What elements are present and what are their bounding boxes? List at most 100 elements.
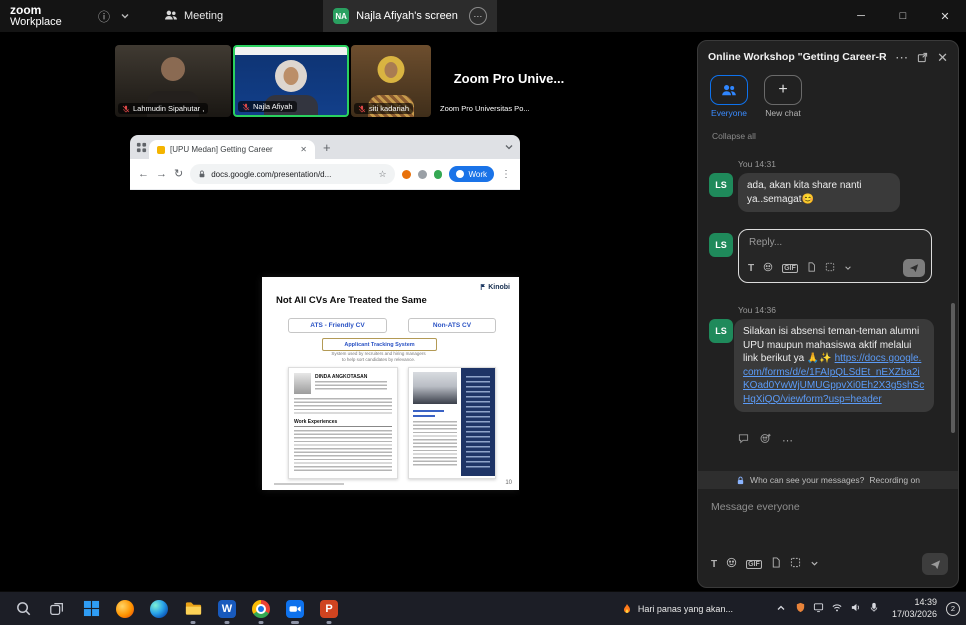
new-tab-button[interactable]: + [323,141,331,154]
show-hidden-icons[interactable] [776,600,786,618]
browser-toolbar: ← → ↻ docs.google.com/presentation/d... … [130,159,520,190]
screenshot-icon[interactable] [825,259,835,277]
reload-icon[interactable]: ↻ [174,169,183,180]
chat-composer[interactable]: Message everyone T GIF [698,489,958,587]
date: 17/03/2026 [892,609,937,621]
search-icon[interactable] [6,592,40,625]
lock-icon [198,170,206,178]
slides-favicon [157,146,165,154]
screenshot-icon[interactable] [790,555,801,573]
more-actions-icon[interactable]: ⋯ [782,434,793,447]
chrome-icon[interactable] [244,592,278,625]
add-reaction-icon[interactable] [760,433,771,447]
tab-meeting[interactable]: Meeting [156,0,231,32]
powerpoint-icon[interactable]: P [312,592,346,625]
file-icon[interactable] [771,555,781,573]
chevron-down-icon[interactable] [844,259,852,277]
tab-search-chevron-icon[interactable] [504,142,514,152]
chat-message-list[interactable]: Collapse all You 14:31 LS ada, akan kita… [698,129,958,471]
maximize-button[interactable]: □ [882,0,924,32]
tab-everyone[interactable]: Everyone [710,75,748,127]
minimize-button[interactable]: ─ [840,0,882,32]
browser-menu-icon[interactable]: ⋮ [501,169,512,180]
ats-label-box: Applicant Tracking System [322,338,437,351]
network-icon[interactable] [831,600,843,618]
format-text-icon[interactable]: T [711,559,717,570]
mic-muted-icon [358,105,366,113]
cv-name: DINDA ANGKOTASAN [315,374,367,380]
close-icon[interactable]: ✕ [937,51,948,64]
message-input[interactable]: Message everyone [711,501,800,513]
gif-icon[interactable]: GIF [746,560,762,569]
extension-icon[interactable] [418,170,427,179]
gif-icon[interactable]: GIF [782,264,798,273]
start-button[interactable] [74,592,108,625]
word-icon[interactable]: W [210,592,244,625]
taskbar-clock[interactable]: 14:39 17/03/2026 [892,597,937,620]
chat-privacy-bar[interactable]: Who can see your messages? Recording on [698,471,958,489]
chat-tabs: Everyone + New chat [698,73,958,127]
extension-icon[interactable] [402,170,411,179]
volume-icon[interactable] [850,600,862,618]
back-icon[interactable]: ← [138,169,149,180]
close-button[interactable]: ✕ [924,0,966,32]
tab-screen-share[interactable]: NA Najla Afiyah's screen ⋯ [323,0,497,32]
video-tile-active-speaker[interactable]: Najla Afiyah [233,45,349,117]
chat-message-bubble: Silakan isi absensi teman-teman alumni U… [734,319,934,412]
tab-grid-icon[interactable] [136,142,147,153]
pop-out-icon[interactable] [917,52,928,63]
close-tab-icon[interactable]: ✕ [300,145,307,154]
avatar: NA [333,8,349,24]
ellipsis-icon[interactable]: ⋯ [895,51,908,64]
cv-section-heading: Work Experiences [294,419,337,425]
chevron-down-icon[interactable] [120,11,130,21]
tab-new-chat[interactable]: + New chat [764,75,802,127]
video-tile-no-video[interactable]: Zoom Pro Unive... Zoom Pro Universitas P… [433,45,585,117]
taskbar-system-area: Hari panas yang akan... [622,592,960,625]
profile-avatar [456,170,464,178]
file-icon[interactable] [807,259,816,277]
ellipsis-icon[interactable]: ⋯ [469,7,487,25]
notification-count-badge[interactable]: 2 [946,602,960,616]
mic-icon[interactable] [869,600,879,618]
participant-name-label: siti kadariah [354,103,413,114]
firefox-icon[interactable] [108,592,142,625]
zoom-workplace-window: zoom Workplace ⓘ Meeting NA Najla Afiyah… [0,0,966,625]
message-sender-time: You 14:31 [738,159,776,169]
video-tile-participant[interactable]: siti kadariah [351,45,431,117]
zoom-icon[interactable] [278,592,312,625]
cv-text-lines [315,381,387,390]
news-widget[interactable]: Hari panas yang akan... [622,603,733,615]
non-ats-cv-example [408,367,496,479]
title-bar: zoom Workplace ⓘ Meeting NA Najla Afiyah… [0,0,966,32]
browser-profile-chip[interactable]: Work [449,166,494,182]
reply-icon[interactable] [738,433,749,447]
task-view-icon[interactable] [40,592,74,625]
chevron-down-icon[interactable] [810,555,819,573]
format-text-icon[interactable]: T [748,263,754,274]
send-icon[interactable] [922,553,948,575]
display-icon[interactable] [813,600,824,618]
chat-message-bubble: ada, akan kita share nanti ya..semagat😊 [738,173,900,212]
taskbar-apps: W P [6,592,346,625]
address-bar[interactable]: docs.google.com/presentation/d... ☆ [190,164,394,184]
browser-tab[interactable]: [UPU Medan] Getting Career ✕ [149,140,315,159]
edge-icon[interactable] [142,592,176,625]
zoom-logo-text: zoom [10,4,82,16]
mic-muted-icon [122,105,130,113]
info-icon[interactable]: ⓘ [98,8,110,25]
chat-scrollbar[interactable] [951,303,955,433]
collapse-all-button[interactable]: Collapse all [712,131,756,141]
antivirus-icon[interactable] [795,600,806,618]
video-tile-participant[interactable]: Lahmudin Sipahutar , [115,45,231,117]
extension-icon[interactable] [434,170,443,179]
bookmark-star-icon[interactable]: ☆ [378,169,386,180]
reply-composer[interactable]: Reply... T GIF [738,229,932,283]
send-icon[interactable] [903,259,925,277]
emoji-icon[interactable] [763,259,773,277]
cv-photo [413,372,457,404]
forward-icon[interactable]: → [156,169,167,180]
file-explorer-icon[interactable] [176,592,210,625]
emoji-icon[interactable] [726,555,737,573]
people-icon [721,82,737,98]
